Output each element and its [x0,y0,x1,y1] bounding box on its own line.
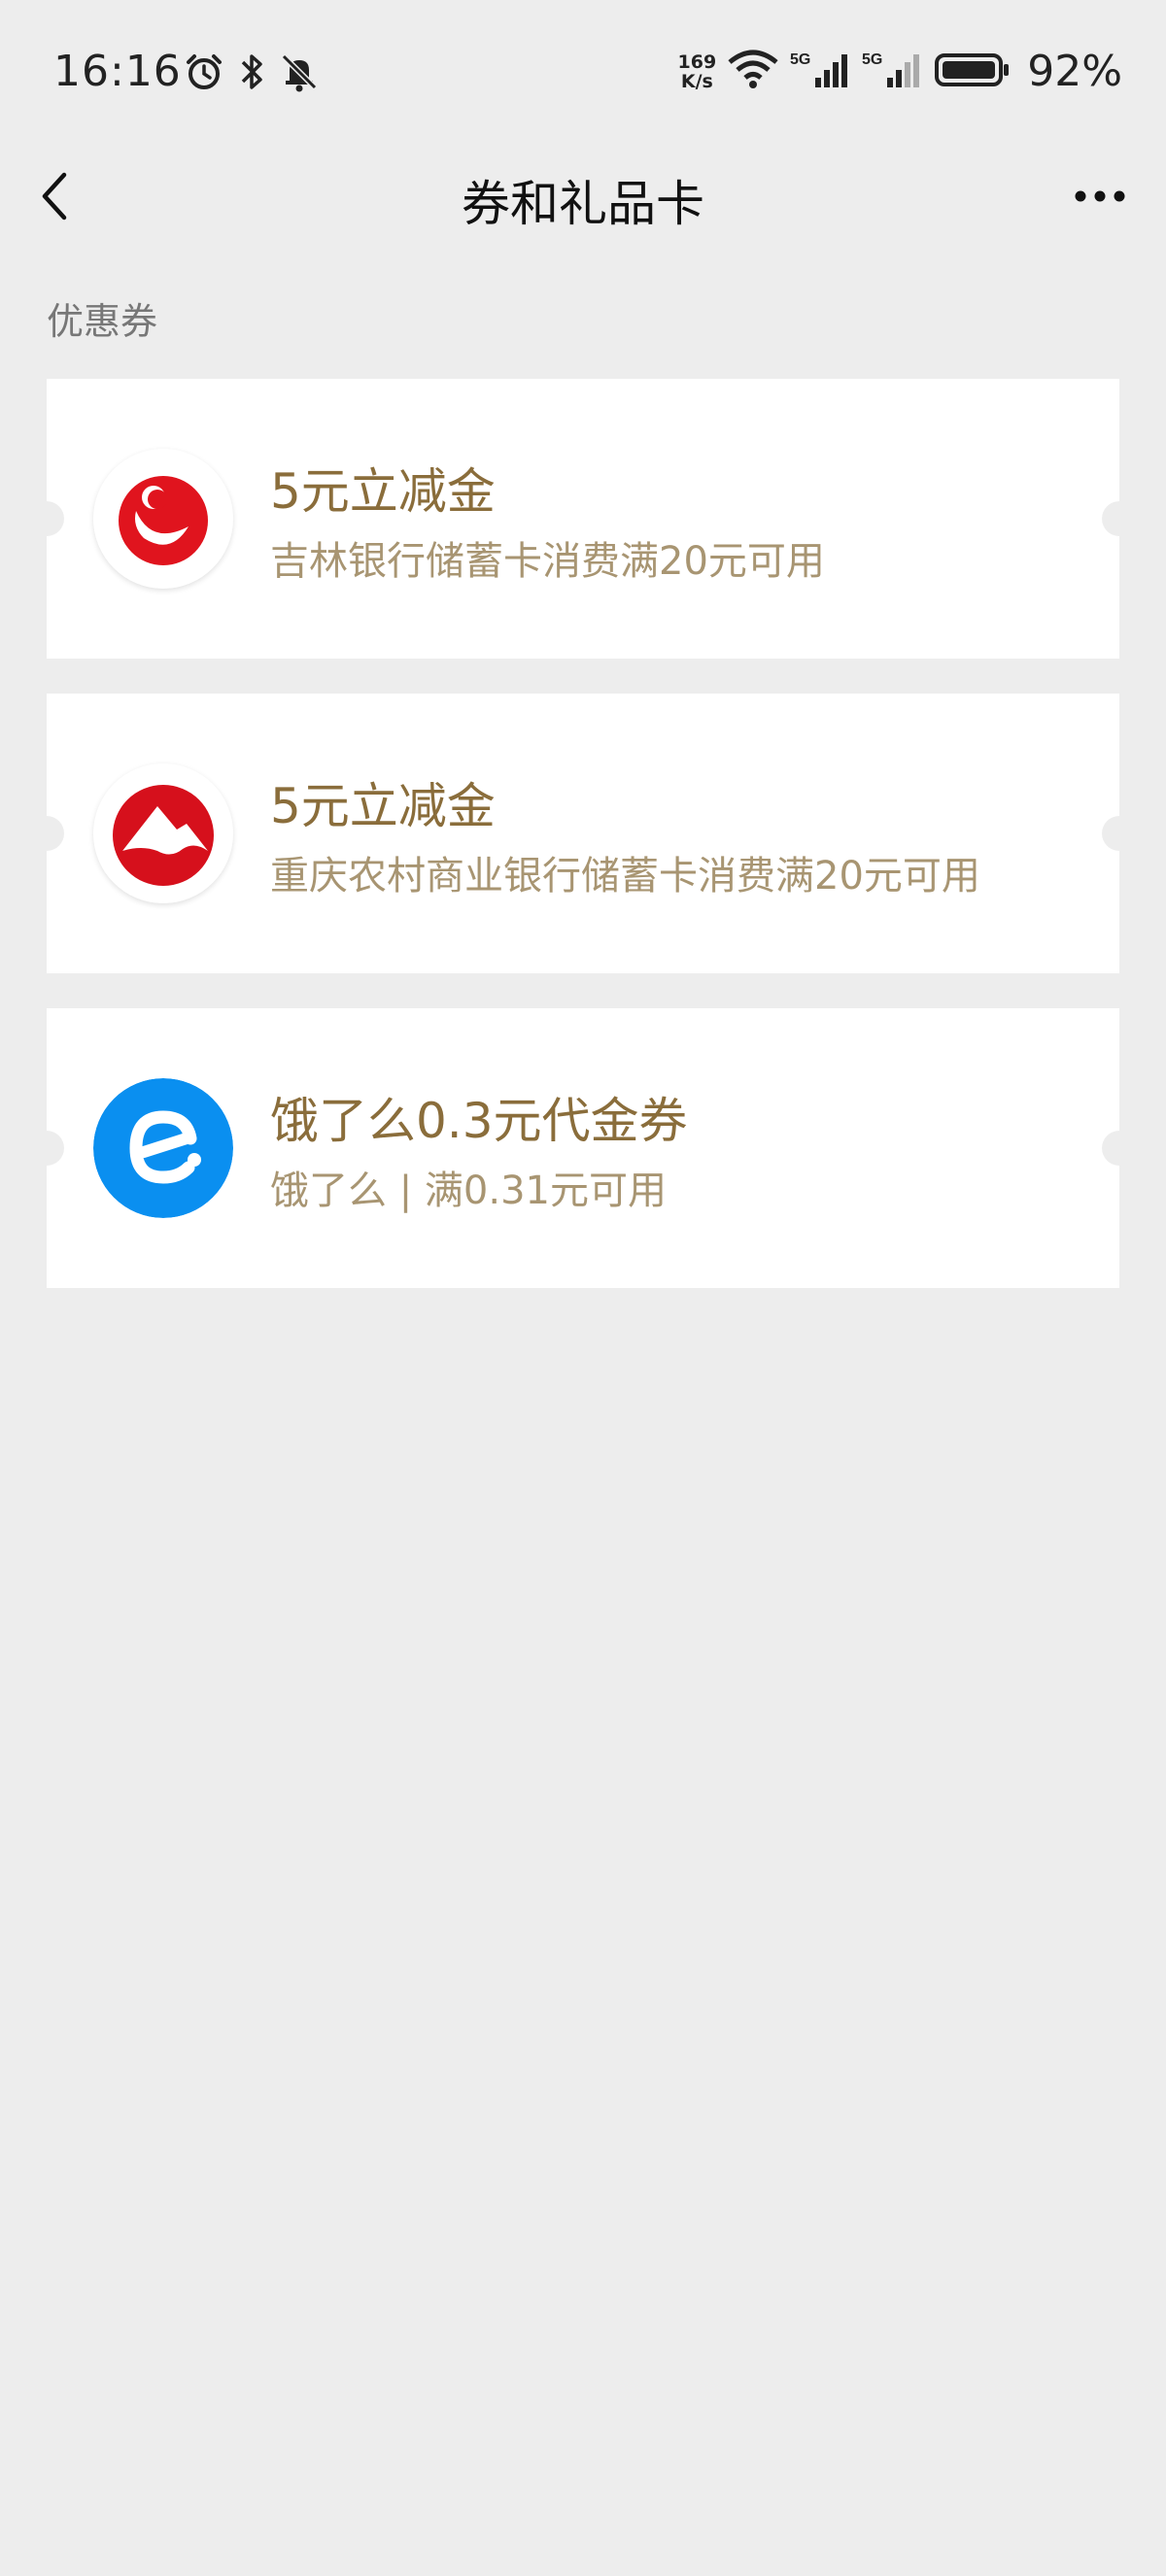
status-time: 16:16 [53,47,182,96]
coupon-description: 吉林银行储蓄卡消费满20元可用 [270,539,825,584]
coupon-list: 5元立减金 吉林银行储蓄卡消费满20元可用 5元立减金 重庆农村商业银行储蓄卡消… [47,379,1119,1323]
coupon-title: 5元立减金 [270,778,496,834]
coupon-card[interactable]: 饿了么0.3元代金券 饿了么 | 满0.31元可用 [47,1008,1119,1288]
coupon-card[interactable]: 5元立减金 重庆农村商业银行储蓄卡消费满20元可用 [47,694,1119,973]
section-title: 优惠券 [47,300,158,343]
coupon-card[interactable]: 5元立减金 吉林银行储蓄卡消费满20元可用 [47,379,1119,659]
signal-icon-sim2: 5G [862,49,924,95]
status-right: 169 K/s 5G 5G 92% [678,47,1122,96]
more-horizontal-icon [1075,190,1125,202]
status-bar: 16:16 169 K/s 5G 5G 92% [0,0,1166,146]
coupon-description: 饿了么 | 满0.31元可用 [270,1169,667,1213]
page-title: 券和礼品卡 [462,176,704,232]
status-left-icons [183,51,321,97]
battery-icon [934,49,1012,95]
coupon-title: 饿了么0.3元代金券 [270,1093,688,1149]
nav-bar: 券和礼品卡 [0,146,1166,248]
network-speed: 169 K/s [678,52,717,91]
battery-percent: 92% [1027,47,1122,96]
ticket-notch-right [1102,816,1119,851]
more-button[interactable] [1063,175,1137,218]
jilin-bank-logo [93,449,233,589]
ticket-notch-right [1102,1131,1119,1166]
alarm-icon [183,51,225,97]
ticket-notch-right [1102,501,1119,536]
ticket-notch-left [47,501,64,536]
signal-icon: 5G [790,49,852,95]
coupon-title: 5元立减金 [270,463,496,520]
sim1-label: 5G [790,51,810,68]
bluetooth-icon [235,51,268,97]
network-speed-unit: K/s [680,70,713,92]
eleme-logo [93,1078,233,1218]
coupon-description: 重庆农村商业银行储蓄卡消费满20元可用 [270,854,980,898]
wifi-icon [726,49,780,95]
ticket-notch-left [47,1131,64,1166]
network-speed-value: 169 [677,51,717,73]
chongqing-rural-bank-logo [93,763,233,903]
bell-off-icon [278,51,321,97]
ticket-notch-left [47,816,64,851]
sim2-label: 5G [862,51,882,68]
